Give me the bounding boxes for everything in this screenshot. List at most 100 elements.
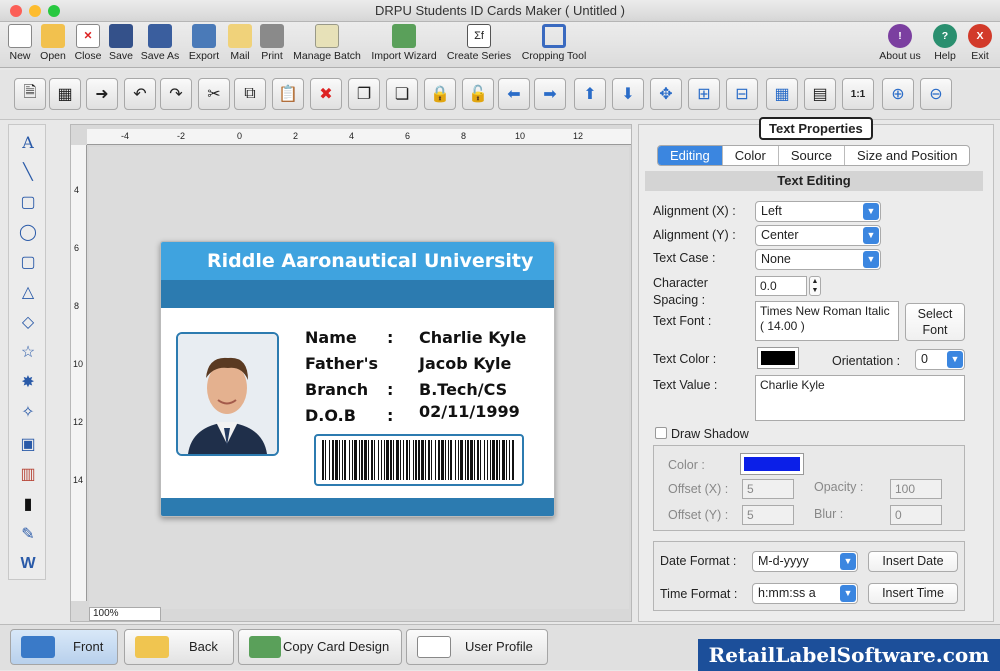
time-format-select[interactable]: h:mm:ss a ▼	[752, 583, 858, 604]
id-card[interactable]: Riddle Aaronautical University Name : Ch…	[160, 241, 555, 517]
tab-color[interactable]: Color	[723, 146, 779, 165]
insert-time-button[interactable]: Insert Time	[868, 583, 958, 604]
text-tool-icon[interactable]: A	[15, 129, 41, 155]
copy-card-design-button[interactable]: Copy Card Design	[238, 629, 402, 665]
send-back-icon[interactable]: ❏	[386, 78, 418, 110]
export-image-icon[interactable]: ➜	[86, 78, 118, 110]
zoom-field[interactable]: 100%	[89, 607, 161, 621]
text-value-input[interactable]: Charlie Kyle	[755, 375, 965, 421]
back-button[interactable]: Back	[124, 629, 234, 665]
zoom-in-icon[interactable]: ⊕	[882, 78, 914, 110]
save-as-button[interactable]: Save As	[138, 24, 182, 62]
alignment-y-select[interactable]: Center ▼	[755, 225, 881, 246]
window-minimize-icon[interactable]	[29, 5, 41, 17]
dob-value[interactable]: 02/11/1999	[419, 402, 520, 421]
select-font-button[interactable]: Select Font	[905, 303, 965, 341]
arrow-left-icon[interactable]: ⬅	[498, 78, 530, 110]
barcode[interactable]	[314, 434, 524, 486]
chevron-down-icon: ▼	[840, 585, 856, 602]
arrow-right-icon[interactable]: ➡	[534, 78, 566, 110]
offset-y-input[interactable]: 5	[742, 505, 794, 525]
char-spacing-input[interactable]: 0.0	[755, 276, 807, 296]
import-wizard-button[interactable]: Import Wizard	[368, 24, 440, 62]
print-icon	[260, 24, 284, 48]
alignment-x-select[interactable]: Left ▼	[755, 201, 881, 222]
name-value[interactable]: Charlie Kyle	[419, 328, 526, 347]
front-button[interactable]: Front	[10, 629, 118, 665]
new-page-icon[interactable]: 🗎	[14, 78, 46, 110]
insert-date-button[interactable]: Insert Date	[868, 551, 958, 572]
date-format-select[interactable]: M-d-yyyy ▼	[752, 551, 858, 572]
unlock-icon[interactable]: 🔓	[462, 78, 494, 110]
center-icon[interactable]: ✥	[650, 78, 682, 110]
student-photo[interactable]	[176, 332, 279, 456]
university-name[interactable]: Riddle Aaronautical University	[161, 250, 554, 272]
print-button[interactable]: Print	[258, 24, 286, 62]
actual-size-icon[interactable]: 1:1	[842, 78, 874, 110]
cut-icon[interactable]: ✂	[198, 78, 230, 110]
picture-tool-icon[interactable]: ▣	[15, 431, 41, 457]
redo-icon[interactable]: ↷	[160, 78, 192, 110]
shadow-color-swatch[interactable]	[740, 453, 804, 475]
blur-input[interactable]: 0	[890, 505, 942, 525]
mail-button[interactable]: Mail	[226, 24, 254, 62]
help-button[interactable]: ? Help	[930, 24, 960, 62]
opacity-input[interactable]: 100	[890, 479, 942, 499]
offset-x-input[interactable]: 5	[742, 479, 794, 499]
grid-icon[interactable]: ▦	[766, 78, 798, 110]
watermark-tool-icon[interactable]: W	[15, 551, 41, 577]
export-button[interactable]: Export	[186, 24, 222, 62]
diamond-tool-icon[interactable]: ◇	[15, 309, 41, 335]
ellipse-tool-icon[interactable]: ◯	[15, 219, 41, 245]
open-button[interactable]: Open	[38, 24, 68, 62]
user-profile-button[interactable]: User Profile	[406, 629, 548, 665]
branch-value[interactable]: B.Tech/CS	[419, 380, 507, 399]
image-icon[interactable]: ▦	[49, 78, 81, 110]
barcode-bar	[512, 440, 514, 480]
text-color-swatch[interactable]	[757, 347, 799, 369]
barcode-bar	[344, 440, 346, 480]
rounded-rect-tool-icon[interactable]: ▢	[15, 249, 41, 275]
undo-icon[interactable]: ↶	[124, 78, 156, 110]
arrow-down-icon[interactable]: ⬇	[612, 78, 644, 110]
exit-button[interactable]: X Exit	[966, 24, 994, 62]
align-horizontal-icon[interactable]: ⊟	[726, 78, 758, 110]
window-zoom-icon[interactable]	[48, 5, 60, 17]
tab-size-position[interactable]: Size and Position	[845, 146, 969, 165]
align-vertical-icon[interactable]: ⊞	[688, 78, 720, 110]
line-tool-icon[interactable]: ╲	[15, 159, 41, 185]
ruler-icon[interactable]: ▤	[804, 78, 836, 110]
char-spacing-stepper[interactable]: ▲ ▼	[809, 276, 821, 296]
window-close-icon[interactable]	[10, 5, 22, 17]
barcode-tool-icon[interactable]: ▮	[15, 491, 41, 517]
tab-editing[interactable]: Editing	[658, 146, 723, 165]
lock-icon[interactable]: 🔒	[424, 78, 456, 110]
create-series-button[interactable]: Σf Create Series	[444, 24, 514, 62]
save-icon	[109, 24, 133, 48]
copy-icon[interactable]: ⧉	[234, 78, 266, 110]
tab-source[interactable]: Source	[779, 146, 846, 165]
zoom-out-icon[interactable]: ⊖	[920, 78, 952, 110]
close-button[interactable]: ✕ Close	[72, 24, 104, 62]
delete-icon[interactable]: ✖	[310, 78, 342, 110]
signature-tool-icon[interactable]: ✎	[15, 521, 41, 547]
cropping-tool-button[interactable]: Cropping Tool	[518, 24, 590, 62]
window-title: DRPU Students ID Cards Maker ( Untitled …	[375, 3, 625, 18]
bring-front-icon[interactable]: ❐	[348, 78, 380, 110]
new-button[interactable]: New	[6, 24, 34, 62]
fathers-value[interactable]: Jacob Kyle	[419, 354, 511, 373]
triangle-tool-icon[interactable]: △	[15, 279, 41, 305]
manage-batch-button[interactable]: Manage Batch	[290, 24, 364, 62]
star-tool-icon[interactable]: ☆	[15, 339, 41, 365]
orientation-select[interactable]: 0 ▼	[915, 349, 965, 370]
paste-icon[interactable]: 📋	[272, 78, 304, 110]
star4-tool-icon[interactable]: ✧	[15, 399, 41, 425]
arrow-up-icon[interactable]: ⬆	[574, 78, 606, 110]
about-us-button[interactable]: ! About us	[876, 24, 924, 62]
rectangle-tool-icon[interactable]: ▢	[15, 189, 41, 215]
draw-shadow-checkbox[interactable]	[655, 427, 667, 439]
save-button[interactable]: Save	[108, 24, 134, 62]
burst-tool-icon[interactable]: ✸	[15, 369, 41, 395]
text-case-select[interactable]: None ▼	[755, 249, 881, 270]
library-tool-icon[interactable]: ▥	[15, 461, 41, 487]
